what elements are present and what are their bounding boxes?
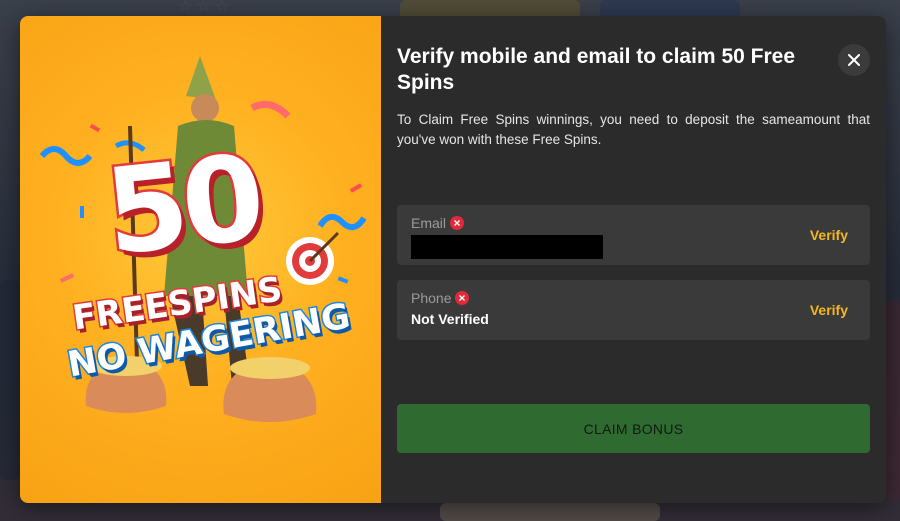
confetti: [349, 183, 363, 193]
confetti: [39, 146, 93, 166]
target-icon: [286, 231, 340, 285]
confetti: [317, 213, 367, 231]
error-icon: [450, 216, 465, 230]
confetti: [59, 273, 75, 283]
promo-number: 50: [97, 126, 268, 284]
email-label: Email: [411, 215, 447, 231]
phone-label: Phone: [411, 290, 452, 306]
close-button[interactable]: [838, 44, 870, 76]
promo-banner: 50 FREESPINS NO WAGERING: [20, 16, 381, 503]
error-icon: [455, 291, 470, 305]
close-icon: [848, 54, 860, 66]
email-field: Email Verify: [397, 205, 870, 265]
confetti: [250, 100, 291, 119]
phone-label-row: Phone: [411, 290, 856, 306]
claim-bonus-button[interactable]: CLAIM BONUS: [397, 404, 870, 453]
email-value-redacted: [411, 235, 603, 259]
verify-email-button[interactable]: Verify: [810, 227, 848, 243]
confetti: [337, 276, 349, 284]
verify-phone-button[interactable]: Verify: [810, 302, 848, 318]
coin-sack-icon: [223, 357, 317, 422]
confetti: [80, 206, 84, 218]
claim-bonus-modal: 50 FREESPINS NO WAGERING Verify mobile a…: [20, 16, 886, 503]
confetti: [89, 123, 101, 133]
email-label-row: Email: [411, 215, 856, 231]
phone-field: Phone Not Verified Verify: [397, 280, 870, 340]
modal-content: Verify mobile and email to claim 50 Free…: [381, 16, 886, 503]
phone-value: Not Verified: [411, 311, 489, 327]
modal-title: Verify mobile and email to claim 50 Free…: [397, 45, 795, 94]
modal-description: To Claim Free Spins winnings, you need t…: [397, 112, 870, 147]
